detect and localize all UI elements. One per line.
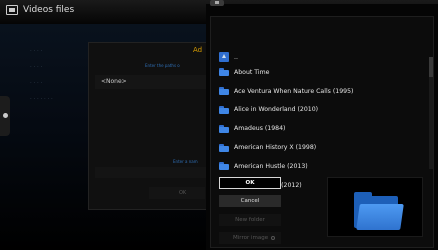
scrollbar-thumb[interactable] [429, 57, 433, 77]
list-item[interactable]: American History X (1998) [215, 138, 435, 157]
folder-icon [219, 87, 229, 96]
mirror-image-label: Mirror image [233, 235, 269, 241]
mirror-image-button[interactable]: Mirror image [219, 232, 281, 244]
menu-item: · · · · [30, 64, 43, 70]
name-hint: Enter a nam [173, 159, 198, 164]
folder-icon [219, 68, 229, 77]
add-source-ok-button[interactable]: OK [149, 187, 205, 199]
page-title: Videos files [23, 5, 75, 15]
folder-name: Amadeus (1984) [234, 125, 286, 133]
folder-icon [219, 162, 229, 171]
list-scrollbar[interactable] [429, 57, 433, 169]
dialog-title: Ad [193, 46, 203, 54]
folder-icon [219, 143, 229, 152]
ok-label: OK [179, 190, 187, 196]
menu-item: · · · · [30, 80, 43, 86]
cancel-button[interactable]: Cancel [219, 195, 281, 207]
parent-folder-item[interactable]: .. [215, 51, 435, 63]
folder-icon [219, 124, 229, 133]
folder-preview [327, 177, 423, 237]
side-menu-tab[interactable] [0, 96, 10, 136]
large-folder-icon [352, 192, 404, 232]
list-item[interactable]: About Time [215, 63, 435, 82]
parent-folder-icon [219, 52, 229, 62]
folder-name: About Time [234, 68, 270, 76]
folder-list: .. About Time Ace Ventura When Nature Ca… [215, 51, 435, 195]
paths-hint: Enter the paths o [145, 63, 180, 68]
background-menu: · · · · · · · · · · · · · · · · · · · [30, 48, 53, 102]
menu-item: · · · · · · · [30, 96, 53, 102]
source-path-row[interactable]: <None> [95, 75, 209, 89]
header: Videos files [6, 5, 74, 15]
list-item[interactable]: Alice in Wonderland (2010) [215, 101, 435, 120]
folder-icon [219, 105, 229, 114]
folder-name: Alice in Wonderland (2010) [234, 106, 319, 114]
source-path-value: <None> [101, 78, 127, 85]
folder-name: Ace Ventura When Nature Calls (1995) [234, 87, 354, 95]
new-folder-button[interactable]: New folder [219, 214, 281, 226]
dialog-handle-icon [210, 0, 224, 6]
browse-dialog: .. About Time Ace Ventura When Nature Ca… [206, 0, 438, 250]
videos-icon [6, 5, 18, 15]
browse-panel: .. About Time Ace Ventura When Nature Ca… [210, 16, 434, 248]
folder-name: American History X (1998) [234, 144, 317, 152]
source-name-field[interactable] [95, 167, 209, 178]
add-source-dialog: Ad Enter the paths o <None> Enter a nam … [88, 42, 209, 210]
list-item[interactable]: Amadeus (1984) [215, 119, 435, 138]
mirror-toggle-icon [271, 236, 275, 240]
menu-item: · · · · [30, 48, 43, 54]
list-item[interactable]: Ace Ventura When Nature Calls (1995) [215, 82, 435, 101]
parent-folder-label: .. [234, 53, 238, 61]
list-item[interactable]: American Hustle (2013) [215, 157, 435, 176]
ok-button[interactable]: OK [219, 177, 281, 189]
folder-name: American Hustle (2013) [234, 162, 308, 170]
